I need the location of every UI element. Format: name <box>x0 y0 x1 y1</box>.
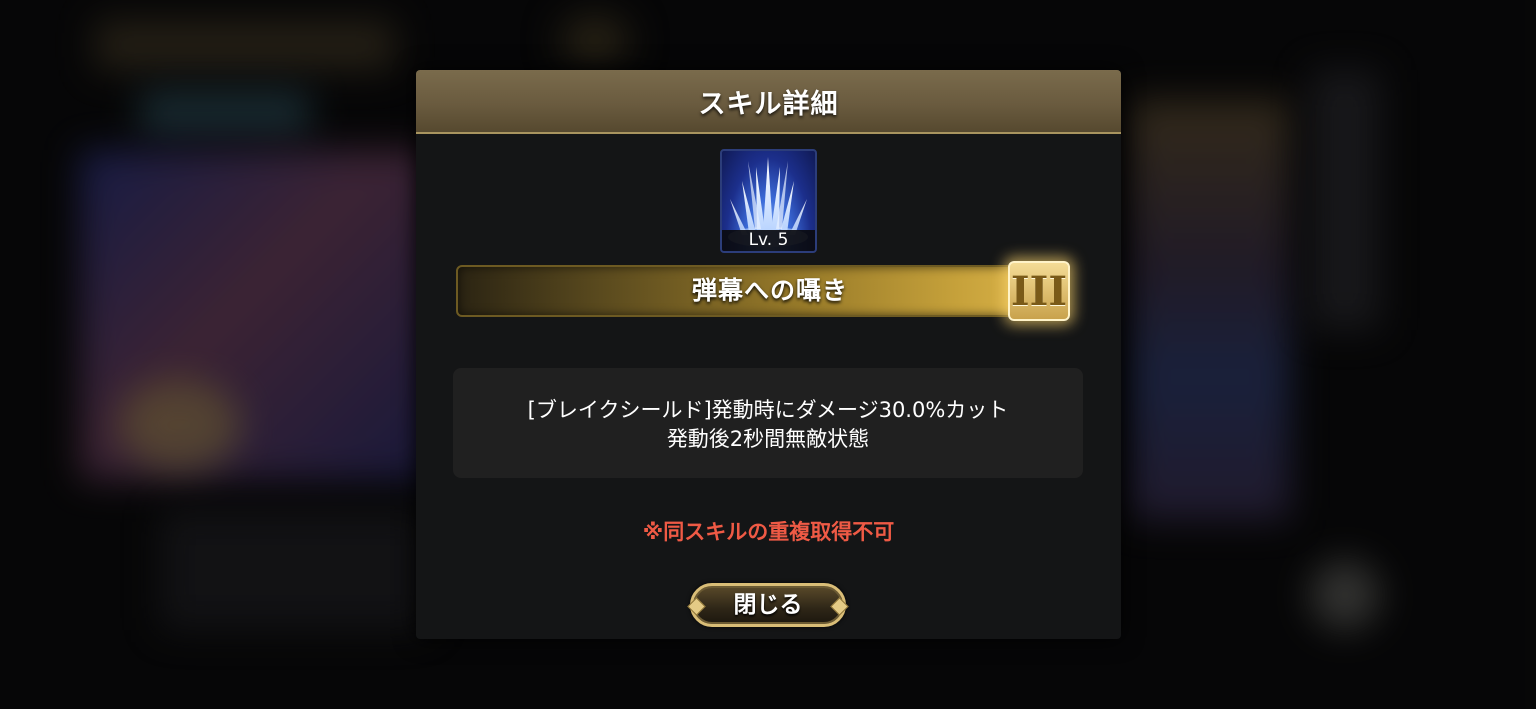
close-button-label: 閉じる <box>733 592 803 618</box>
skill-detail-dialog: スキル詳細 Lv. 5 弾幕への囁き III [ブレイクシールド]発動時にダメー… <box>416 70 1121 639</box>
skill-name: 弾幕への囁き <box>691 276 848 305</box>
duplicate-warning-text: ※同スキルの重複取得不可 <box>642 520 895 544</box>
dialog-title: スキル詳細 <box>698 89 839 120</box>
skill-icon: Lv. 5 <box>720 149 817 253</box>
skill-rank-label: III <box>1010 268 1068 315</box>
skill-rank-badge: III <box>1008 261 1070 321</box>
close-button[interactable]: 閉じる <box>687 583 849 627</box>
skill-description-line-1: [ブレイクシールド]発動時にダメージ30.0%カット <box>527 398 1009 422</box>
skill-level-badge: Lv. 5 <box>722 230 815 251</box>
skill-description-line-2: 発動後2秒間無敵状態 <box>666 427 870 451</box>
skill-description-box: [ブレイクシールド]発動時にダメージ30.0%カット 発動後2秒間無敵状態 <box>453 368 1083 478</box>
